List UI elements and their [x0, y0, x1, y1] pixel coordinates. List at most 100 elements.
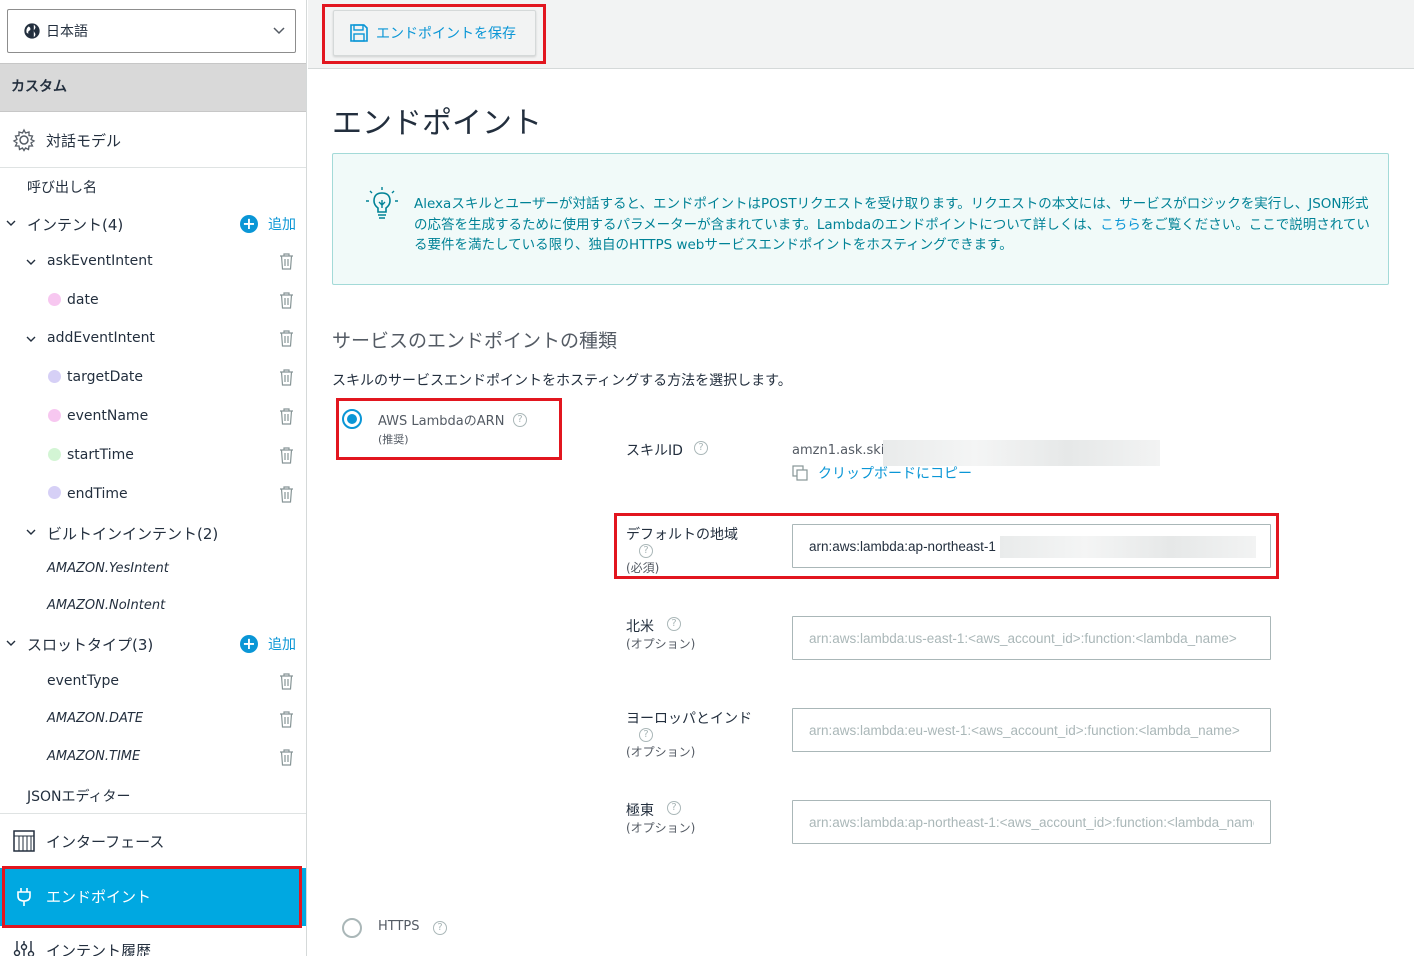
default-region-sublabel: (必須)	[626, 561, 660, 575]
builtin-intent-item[interactable]: AMAZON.YesIntent	[47, 561, 169, 576]
chevron-down-icon[interactable]	[6, 639, 16, 647]
info-box: Alexaスキルとユーザーが対話すると、エンドポイントはPOSTリクエストを受け…	[332, 153, 1389, 285]
invocation-name-link[interactable]: 呼び出し名	[27, 177, 97, 197]
redacted-area	[1000, 536, 1256, 558]
trash-icon[interactable]	[279, 330, 294, 347]
save-endpoint-button[interactable]: エンドポイントを保存	[333, 10, 536, 56]
help-icon[interactable]: ?	[694, 441, 708, 455]
trash-icon[interactable]	[279, 749, 294, 766]
slot-item[interactable]: date	[67, 292, 99, 308]
slot-type-item[interactable]: AMAZON.DATE	[47, 711, 143, 726]
trash-icon[interactable]	[279, 369, 294, 386]
nav-intent-history-label: インテント履歴	[46, 942, 152, 956]
far-east-sublabel: (オプション)	[626, 821, 696, 835]
save-endpoint-label: エンドポイントを保存	[376, 26, 516, 42]
trash-icon[interactable]	[279, 292, 294, 309]
sliders-icon	[13, 941, 35, 956]
trash-icon[interactable]	[279, 486, 294, 503]
slot-type-item[interactable]: eventType	[47, 673, 119, 689]
nav-interfaces[interactable]: インターフェース	[0, 814, 306, 868]
builtin-intents-group-label[interactable]: ビルトインインテント(2)	[47, 523, 218, 544]
nav-interfaces-label: インターフェース	[46, 832, 165, 851]
add-slot-type-button[interactable]: + 追加	[240, 634, 296, 654]
copy-to-clipboard-label: クリップボードにコピー	[818, 466, 972, 482]
add-intent-button[interactable]: + 追加	[240, 214, 296, 234]
intents-group-label[interactable]: インテント(4)	[27, 214, 123, 235]
slot-item[interactable]: startTime	[67, 447, 134, 463]
help-icon[interactable]: ?	[667, 801, 681, 815]
slot-item[interactable]: targetDate	[67, 369, 143, 385]
help-icon[interactable]: ?	[667, 617, 681, 631]
help-icon[interactable]: ?	[433, 921, 447, 935]
json-editor-link[interactable]: JSONエディター	[27, 786, 131, 806]
nav-interaction-model[interactable]: 対話モデル	[0, 113, 306, 167]
intent-item[interactable]: askEventIntent	[47, 253, 153, 269]
intent-item[interactable]: addEventIntent	[47, 330, 155, 346]
copy-to-clipboard-link[interactable]: クリップボードにコピー	[792, 463, 972, 483]
service-type-title: サービスのエンドポイントの種類	[332, 330, 618, 352]
slot-color-dot	[48, 293, 61, 306]
trash-icon[interactable]	[279, 711, 294, 728]
help-icon[interactable]: ?	[639, 728, 653, 742]
service-type-description: スキルのサービスエンドポイントをホスティングする方法を選択します。	[332, 373, 792, 389]
learn-more-link[interactable]: こちら	[1100, 217, 1141, 233]
page-title: エンドポイント	[332, 106, 542, 141]
far-east-input[interactable]	[792, 800, 1271, 844]
north-america-label: 北米	[626, 619, 654, 635]
north-america-sublabel: (オプション)	[626, 637, 696, 651]
chevron-down-icon	[273, 27, 285, 35]
nav-endpoint[interactable]: エンドポイント	[0, 868, 306, 926]
section-header-custom: カスタム	[0, 63, 306, 112]
lambda-arn-sublabel: (推奨)	[378, 433, 409, 446]
chevron-down-icon[interactable]	[26, 528, 36, 536]
add-label: 追加	[268, 637, 296, 653]
slot-item[interactable]: eventName	[67, 408, 148, 424]
slot-item[interactable]: endTime	[67, 486, 128, 502]
gear-icon	[12, 128, 36, 152]
https-label: HTTPS	[378, 919, 420, 934]
info-text: Alexaスキルとユーザーが対話すると、エンドポイントはPOSTリクエストを受け…	[414, 194, 1374, 256]
chevron-down-icon[interactable]	[26, 335, 36, 343]
skill-id-value: amzn1.ask.skill	[792, 443, 892, 458]
slot-type-item[interactable]: AMAZON.TIME	[47, 749, 140, 764]
language-select[interactable]: 日本語	[7, 9, 296, 53]
add-label: 追加	[268, 217, 296, 233]
highlight-box	[336, 398, 562, 460]
north-america-input[interactable]	[792, 616, 1271, 660]
lightbulb-icon	[366, 187, 398, 219]
plus-icon: +	[240, 215, 258, 233]
help-icon[interactable]: ?	[639, 544, 653, 558]
plus-icon: +	[240, 635, 258, 653]
nav-intent-history[interactable]: インテント履歴	[0, 930, 306, 956]
europe-india-label: ヨーロッパとインド	[626, 711, 752, 727]
divider	[0, 167, 306, 168]
slot-color-dot	[48, 448, 61, 461]
chevron-down-icon[interactable]	[6, 219, 16, 227]
skill-id-label: スキルID	[626, 443, 683, 459]
language-label: 日本語	[46, 24, 88, 40]
slot-color-dot	[48, 486, 61, 499]
europe-india-input[interactable]	[792, 708, 1271, 752]
lambda-arn-radio[interactable]	[342, 409, 362, 429]
globe-icon	[24, 23, 40, 39]
trash-icon[interactable]	[279, 408, 294, 425]
trash-icon[interactable]	[279, 673, 294, 690]
grid-icon	[13, 830, 35, 852]
save-icon	[350, 24, 368, 42]
nav-endpoint-label: エンドポイント	[46, 888, 152, 906]
plug-icon	[17, 888, 31, 906]
chevron-down-icon[interactable]	[26, 258, 36, 266]
copy-icon	[792, 465, 808, 481]
slot-color-dot	[48, 409, 61, 422]
slot-types-group-label[interactable]: スロットタイプ(3)	[27, 634, 153, 655]
trash-icon[interactable]	[279, 253, 294, 270]
slot-color-dot	[48, 370, 61, 383]
https-radio[interactable]	[342, 918, 362, 938]
help-icon[interactable]: ?	[513, 413, 527, 427]
default-region-label: デフォルトの地域	[626, 527, 738, 543]
europe-india-sublabel: (オプション)	[626, 745, 696, 759]
builtin-intent-item[interactable]: AMAZON.NoIntent	[47, 598, 165, 613]
lambda-arn-label: AWS LambdaのARN	[378, 414, 505, 429]
trash-icon[interactable]	[279, 447, 294, 464]
nav-interaction-model-label: 対話モデル	[46, 131, 122, 150]
